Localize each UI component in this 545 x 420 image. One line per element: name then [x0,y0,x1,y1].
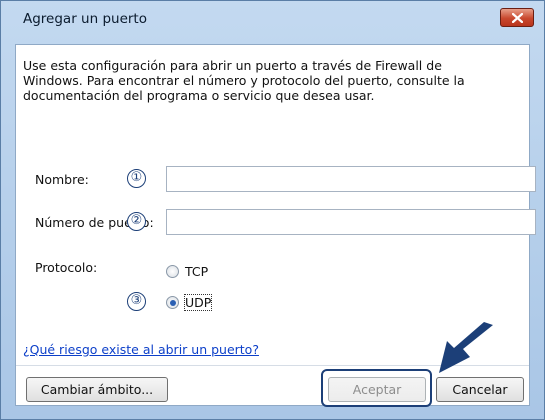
port-risk-link[interactable]: ¿Qué riesgo existe al abrir un puerto? [23,342,259,357]
dialog-window: Agregar un puerto Use esta configuración… [0,0,545,420]
callout-2: ② [127,212,146,231]
tcp-radio-label[interactable]: TCP [185,264,208,279]
close-icon [512,13,523,23]
protocol-label: Protocolo: [35,260,98,275]
port-input[interactable] [166,209,536,235]
udp-radio[interactable] [166,296,179,309]
title-bar[interactable]: Agregar un puerto [1,1,544,37]
dialog-title: Agregar un puerto [23,11,147,27]
name-input[interactable] [166,166,536,192]
tcp-radio[interactable] [166,265,179,278]
callout-3: ③ [127,292,146,311]
pointer-arrow-icon [439,322,493,373]
name-label: Nombre: [35,172,89,187]
change-scope-button[interactable]: Cambiar ámbito... [26,377,168,402]
description-text: Use esta configuración para abrir un pue… [23,58,465,103]
close-button[interactable] [500,8,534,27]
callout-1: ① [127,169,146,188]
udp-radio-label[interactable]: UDP [183,294,213,311]
accept-highlight [321,369,432,407]
